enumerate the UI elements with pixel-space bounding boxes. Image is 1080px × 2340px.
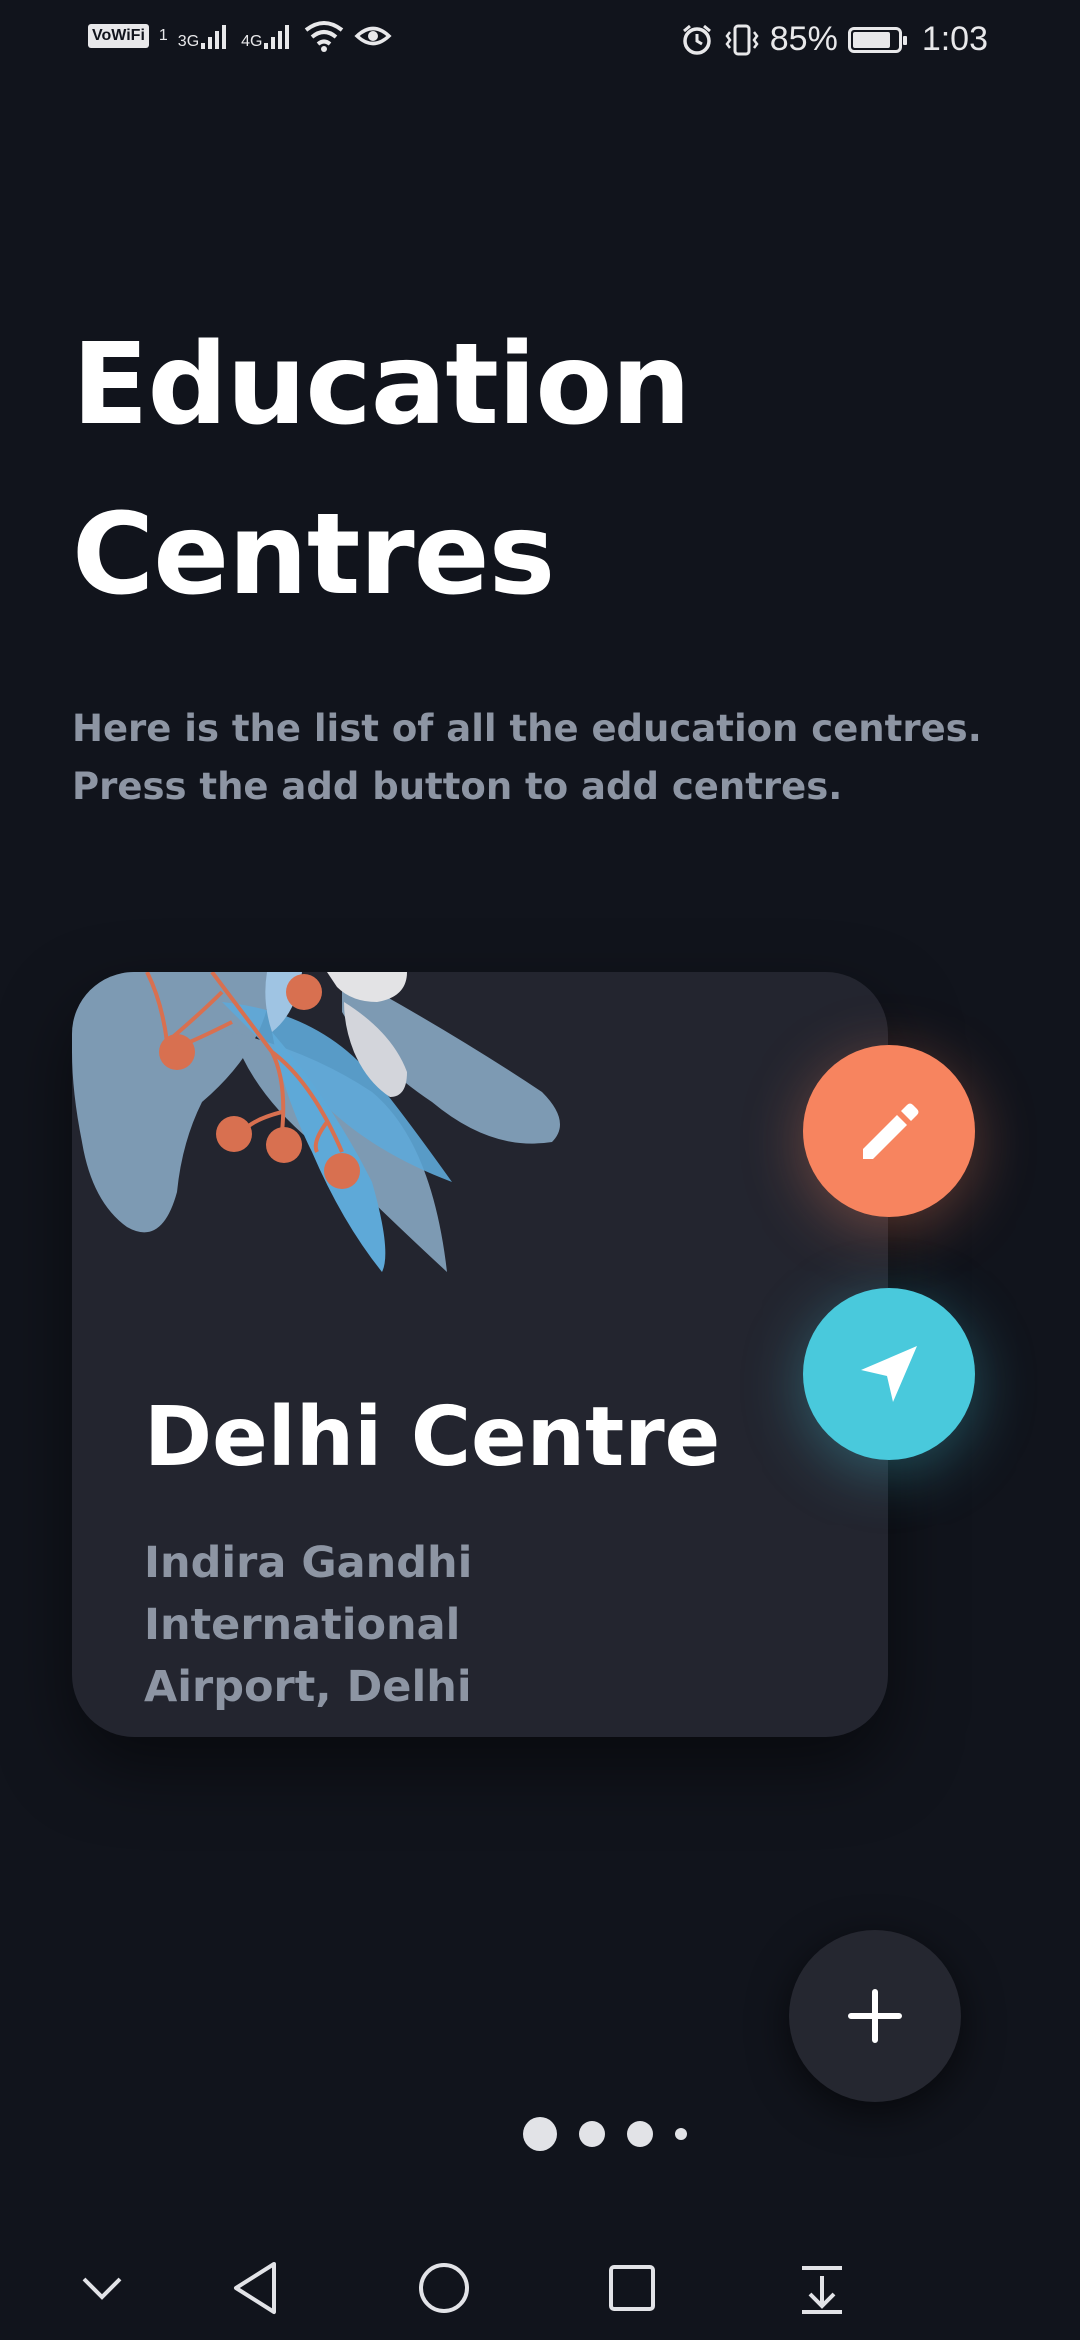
- net-3g-label: 3G: [177, 33, 200, 50]
- chevron-down-icon: [82, 2277, 122, 2300]
- page-indicator: [523, 2117, 687, 2151]
- centre-address-line-1: Indira Gandhi International: [144, 1538, 473, 1650]
- clock: 1:03: [921, 20, 988, 58]
- centre-name: Delhi Centre: [144, 1390, 721, 1485]
- battery-level-fill: [852, 31, 890, 48]
- subtitle-line-2: Press the add button to add centres.: [72, 765, 843, 808]
- subtitle-line-1: Here is the list of all the education ce…: [72, 707, 982, 750]
- battery-percent: 85%: [769, 20, 838, 58]
- page-title-line-2: Centres: [72, 490, 555, 620]
- signal-4g-icon: 4G: [241, 21, 294, 51]
- notification-pull-button[interactable]: [782, 2248, 862, 2328]
- page-title: Education Centres: [72, 300, 972, 640]
- sim-slot-label: 1: [158, 27, 168, 44]
- signal-3g-icon: 3G: [178, 21, 231, 51]
- vowifi-badge: VoWiFi: [88, 24, 149, 48]
- home-button[interactable]: [404, 2248, 484, 2328]
- net-4g-label: 4G: [241, 33, 263, 50]
- eye-comfort-icon: [354, 26, 393, 46]
- centre-address: Indira Gandhi International Airport, Del…: [144, 1532, 784, 1718]
- status-bar-left: VoWiFi 1 3G 4G: [88, 20, 393, 52]
- page-dot[interactable]: [627, 2121, 653, 2147]
- page-dot-active[interactable]: [523, 2117, 557, 2151]
- status-bar: VoWiFi 1 3G 4G 85% 1:03: [0, 0, 1080, 86]
- add-centre-button[interactable]: [789, 1930, 961, 2102]
- wifi-icon: [305, 21, 344, 52]
- page-subtitle: Here is the list of all the education ce…: [72, 700, 1012, 816]
- system-nav-bar: [0, 2230, 1080, 2340]
- plus-icon: [848, 1989, 902, 2043]
- notification-pull-icon: [802, 2266, 842, 2314]
- navigation-arrow-icon: [861, 1346, 917, 1402]
- page-title-line-1: Education: [72, 320, 691, 450]
- back-button[interactable]: [216, 2248, 296, 2328]
- battery-icon: [847, 26, 907, 53]
- status-bar-right: 85% 1:03: [680, 20, 988, 59]
- home-icon: [419, 2263, 469, 2313]
- navigate-centre-button[interactable]: [803, 1288, 975, 1460]
- alarm-icon: [682, 24, 711, 55]
- pencil-icon: [863, 1103, 919, 1159]
- back-icon: [234, 2262, 276, 2314]
- centre-address-line-2: Airport, Delhi: [144, 1662, 472, 1712]
- recents-icon: [609, 2265, 655, 2311]
- edit-centre-button[interactable]: [803, 1045, 975, 1217]
- hide-nav-button[interactable]: [62, 2248, 142, 2328]
- vibrate-icon: [725, 24, 759, 55]
- recents-button[interactable]: [592, 2248, 672, 2328]
- centre-card[interactable]: Delhi Centre Indira Gandhi International…: [72, 972, 888, 1737]
- leaf-illustration: [72, 972, 560, 1272]
- page-dot[interactable]: [675, 2128, 687, 2140]
- page-dot[interactable]: [579, 2121, 605, 2147]
